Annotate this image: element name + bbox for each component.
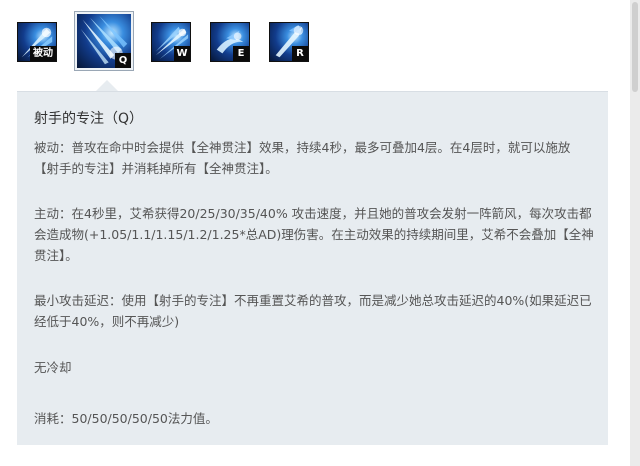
active-description: 主动：在4秒里，艾希获得20/25/30/35/40% 攻击速度，并且她的普攻会…	[34, 206, 594, 263]
skill-key-label: W	[174, 46, 190, 61]
selected-skill-pointer	[96, 80, 118, 91]
cooldown-text: 无冷却	[34, 360, 72, 375]
skill-r-button[interactable]: R	[269, 22, 309, 62]
skill-key-label: Q	[115, 53, 131, 68]
vertical-scrollbar[interactable]	[630, 0, 640, 466]
skill-e-button[interactable]: E	[210, 22, 250, 62]
skill-key-label: E	[233, 46, 249, 61]
passive-description: 被动：普攻在命中时会提供【全神贯注】效果，持续4秒，最多可叠加4层。在4层时，就…	[34, 140, 571, 176]
skill-passive-button[interactable]: 被动	[17, 22, 57, 62]
cost-text: 消耗：50/50/50/50/50法力值。	[34, 411, 218, 426]
skill-title: 射手的专注（Q）	[34, 111, 144, 127]
skill-w-button[interactable]: W	[151, 22, 191, 62]
skill-key-label: 被动	[30, 46, 56, 61]
skill-key-label: R	[292, 46, 308, 61]
scrollbar-thumb[interactable]	[632, 2, 638, 92]
skill-detail-panel: 射手的专注（Q） 被动：普攻在命中时会提供【全神贯注】效果，持续4秒，最多可叠加…	[17, 91, 608, 445]
skill-q-button[interactable]: Q	[74, 11, 134, 71]
attack-delay-description: 最小攻击延迟：使用【射手的专注】不再重置艾希的普攻，而是减少她总攻击延迟的40%…	[34, 293, 592, 329]
skill-bar: 被动 Q W E R	[0, 0, 630, 90]
